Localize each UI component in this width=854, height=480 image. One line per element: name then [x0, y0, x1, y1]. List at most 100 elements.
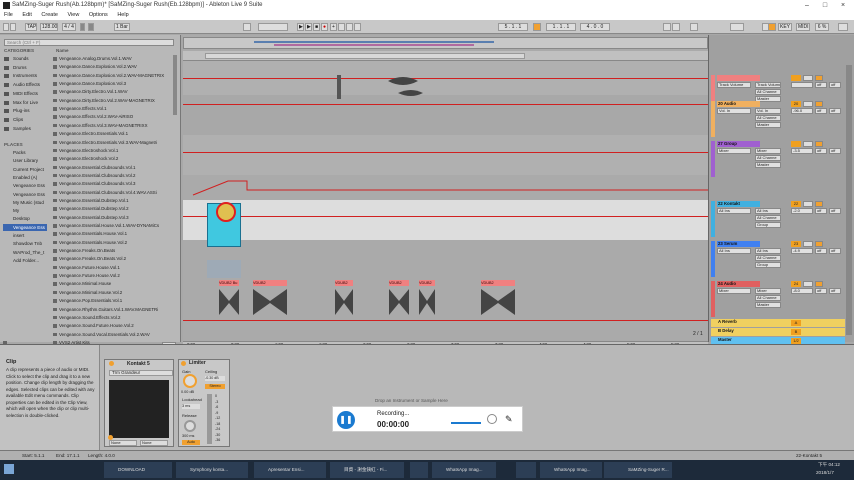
track-input-select[interactable]: Mixer [755, 288, 781, 294]
device-power-icon[interactable] [109, 361, 114, 366]
overdub-icon[interactable]: + [330, 23, 337, 31]
place-item[interactable]: Vengeance Ess [3, 191, 47, 199]
track-volume-param[interactable]: All Ins [717, 208, 751, 214]
taskbar-item[interactable]: Apresentar Ensi... [254, 462, 326, 478]
browser-folder[interactable]: Vengeance.Essential.Clubsounds.Vol.1 [52, 164, 173, 172]
taskbar-item[interactable] [410, 462, 428, 478]
category-item[interactable]: Audio Effects [3, 81, 47, 89]
menu-edit[interactable]: Edit [22, 12, 31, 18]
track-volume-param[interactable]: Mixer [717, 148, 751, 154]
pan-value[interactable]: -4.9 [791, 248, 813, 254]
output-select[interactable]: Master [755, 162, 781, 168]
meter-field[interactable]: 4 / 4 [62, 23, 76, 31]
track-name[interactable]: 23 Serum [717, 241, 760, 247]
track-name[interactable]: 27 Group [717, 141, 760, 147]
track-name[interactable]: 24 Audio [717, 281, 760, 287]
place-item[interactable]: Current Project [3, 166, 47, 174]
browser-folder[interactable]: Vengeance.Minimal.House [52, 280, 173, 288]
track-volume-param[interactable]: Mixer [717, 288, 751, 294]
browser-folder[interactable]: Vengeance.Electroshock.Vol.2 [52, 155, 173, 163]
mixer-scrollbar[interactable] [846, 65, 852, 335]
loop-brace[interactable] [205, 53, 525, 59]
menu-file[interactable]: File [4, 12, 13, 18]
category-item[interactable]: Instruments [3, 72, 47, 80]
track-volume-param[interactable]: All Ins [717, 248, 751, 254]
solo-button[interactable] [803, 101, 813, 107]
metronome-toggle[interactable] [88, 23, 94, 31]
browser-folder[interactable]: Vengeance.Analog.Drums.Vol.1.WAV [52, 55, 173, 63]
send-b[interactable]: off [829, 148, 841, 154]
audio-clip-label[interactable]: VDUB2 [253, 280, 287, 286]
track-volume-select[interactable]: All Channe [755, 115, 781, 121]
audio-clip-waveform[interactable] [389, 287, 409, 317]
start-icon[interactable] [4, 464, 14, 474]
draw-mode-icon[interactable] [354, 23, 361, 31]
ext-sync-button[interactable] [10, 23, 16, 31]
browser-scrollbar[interactable] [173, 55, 177, 115]
place-item[interactable]: Vengeance Ess [3, 223, 47, 232]
output-select[interactable]: Master [755, 122, 781, 128]
category-item[interactable]: Sounds [3, 55, 47, 63]
browser-folder[interactable]: Vengeance.Sound.Vocal.Essentials.Vol.2.W… [52, 331, 173, 339]
place-item[interactable]: Add Folder... [3, 257, 47, 265]
browser-folder[interactable]: Vengeance.Dirty.Electro.Vol.2.WAV-MAGNET… [52, 97, 173, 105]
browser-folder[interactable]: Vengeance.Essential.House.Vol.1.WAV-DYNA… [52, 222, 173, 230]
send-b[interactable]: off [829, 288, 841, 294]
audio-clip-label[interactable]: VDUB2 [335, 280, 353, 286]
key-map-button[interactable]: KEY [778, 23, 792, 31]
arrangement-position-field[interactable] [258, 23, 288, 31]
draw-button[interactable] [730, 23, 744, 31]
metronome-icon[interactable] [80, 23, 85, 31]
loop-switch[interactable] [533, 23, 541, 31]
browser-folder[interactable]: Vengeance.Future.House.Vol.1 [52, 264, 173, 272]
audio-waveform[interactable] [333, 73, 443, 103]
browser-folder[interactable]: Vengeance.Dance.Explosion.Vol.2.WAV [52, 63, 173, 71]
webcam-icon[interactable] [487, 414, 497, 424]
release-knob[interactable] [184, 420, 196, 432]
pan-value[interactable]: -3.5 [791, 148, 813, 154]
track-input-select[interactable]: Track Volume [755, 82, 781, 88]
audio-clip-waveform[interactable] [253, 287, 287, 317]
place-item[interactable]: WAProd_The_t [3, 249, 47, 257]
browser-folder[interactable]: Vengeance.Sound.Future.House.Vol.2 [52, 322, 173, 330]
browser-folder[interactable]: Vengeance.Dirty.Electro.Vol.1.WAV [52, 88, 173, 96]
browser-folder[interactable]: Vengeance.Electro.Essentials.Vol.1 [52, 130, 173, 138]
place-item[interactable]: Enabled (A) [3, 174, 47, 182]
return-button[interactable]: A [791, 320, 801, 326]
browser-folder[interactable]: Vengeance.Electroshock.Vol.1 [52, 147, 173, 155]
stop-icon[interactable]: ■ [313, 23, 320, 31]
browser-folder[interactable]: Vengeance.Dance.Explosion.Vol.3 [52, 80, 173, 88]
taskbar-item[interactable]: 目資 - 謝金銕紅 - Fi... [330, 462, 404, 478]
place-item[interactable]: My Music (stud [3, 199, 47, 207]
category-item[interactable]: Drums [3, 64, 47, 72]
audio-clip-waveform[interactable] [219, 287, 239, 317]
browser-folder[interactable]: Vengeance.Essential.Clubsounds.Vol.2 [52, 172, 173, 180]
midi-in-select[interactable]: None [109, 440, 137, 446]
automation-envelope[interactable] [183, 175, 708, 205]
track-number-button[interactable]: 20 [791, 101, 801, 107]
arrangement-overview[interactable] [183, 37, 708, 49]
menu-options[interactable]: Options [89, 12, 108, 18]
browser-folder[interactable]: Vengeance.Essentials.House.Vol.1 [52, 230, 173, 238]
computer-midi-button[interactable] [690, 23, 698, 31]
tap-button[interactable]: TAP [25, 23, 37, 31]
browser-folder[interactable]: Vengeance.Essential.Dubstep.Vol.3 [52, 214, 173, 222]
track-name[interactable] [717, 75, 760, 81]
track-volume-select[interactable]: All Channe [755, 215, 781, 221]
pause-icon[interactable]: ❚❚ [337, 411, 355, 429]
volume-slider[interactable] [451, 422, 481, 424]
menu-help[interactable]: Help [117, 12, 128, 18]
arm-button[interactable] [815, 75, 823, 81]
track-input-select[interactable]: All Ins [755, 248, 781, 254]
pan-value[interactable]: -8.0 [791, 288, 813, 294]
arm-button[interactable] [815, 241, 823, 247]
output-select[interactable]: Master [755, 302, 781, 308]
browser-folder[interactable]: Vengeance.Freaks.On.Beats.Vol.2 [52, 255, 173, 263]
solo-button[interactable] [803, 75, 813, 81]
track-input-select[interactable]: All Ins [755, 208, 781, 214]
midi-map-button[interactable]: MIDI [796, 23, 810, 31]
loop-start-field[interactable]: 5 . 1 . 1 [498, 23, 528, 31]
punch-in-button[interactable] [663, 23, 671, 31]
send-a[interactable]: off [815, 248, 827, 254]
audio-clip-label[interactable]: VDUB2 [481, 280, 515, 286]
